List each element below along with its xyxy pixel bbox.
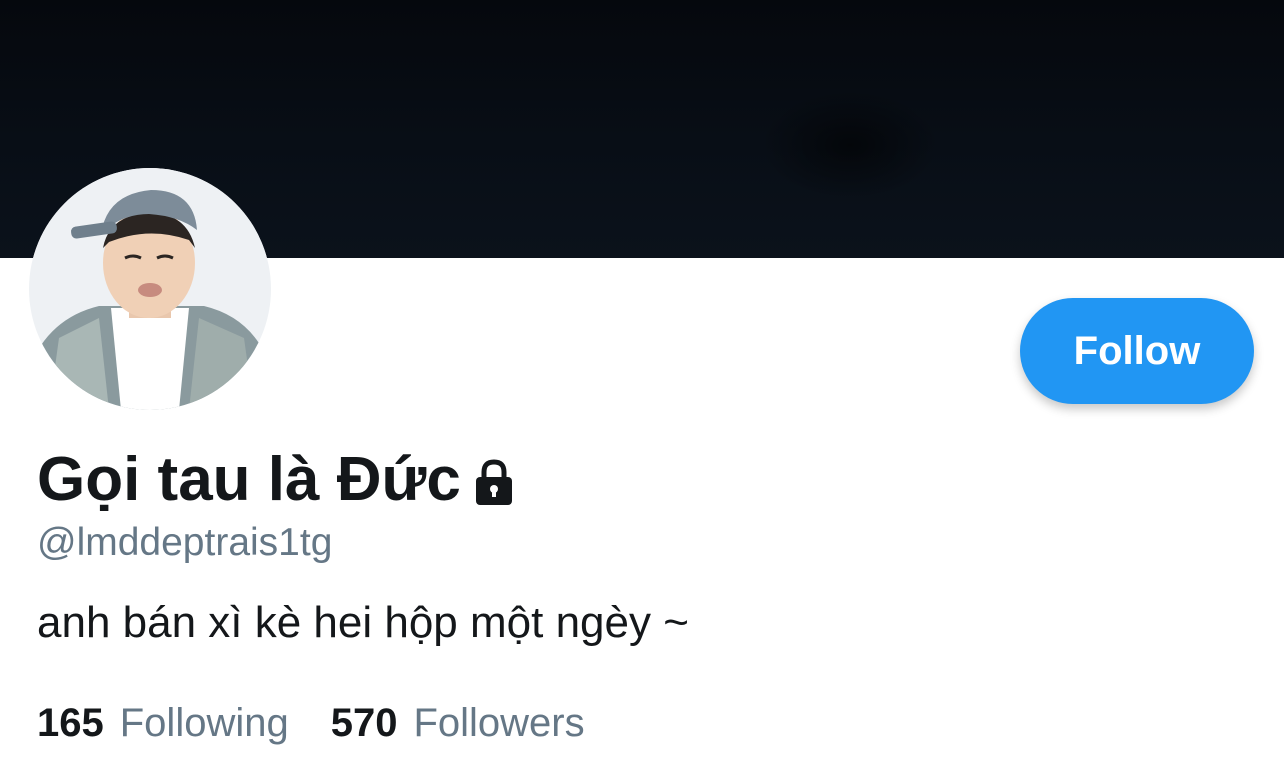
followers-count: 570	[330, 701, 398, 745]
banner-shadow	[760, 90, 940, 200]
follow-button[interactable]: Follow	[1020, 298, 1254, 404]
following-link[interactable]: 165 Following	[37, 697, 289, 749]
lock-icon	[475, 459, 512, 505]
following-label: Following	[119, 701, 289, 745]
profile-stats: 165 Following 570 Followers	[37, 697, 585, 749]
followers-link[interactable]: 570 Followers	[331, 697, 585, 749]
profile-name-row: Gọi tau là Đức	[37, 442, 519, 518]
display-name: Gọi tau là Đức	[37, 445, 461, 514]
followers-label: Followers	[413, 701, 585, 745]
profile-page: Follow Gọi tau là Đức @lmddeptrais1tg an…	[0, 0, 1284, 763]
avatar-image	[29, 168, 271, 410]
profile-avatar[interactable]	[29, 168, 271, 410]
profile-bio: anh bán xì kè hei hộp một ngèy ~	[37, 598, 689, 647]
profile-handle: @lmddeptrais1tg	[37, 521, 333, 564]
following-count: 165	[37, 701, 104, 745]
